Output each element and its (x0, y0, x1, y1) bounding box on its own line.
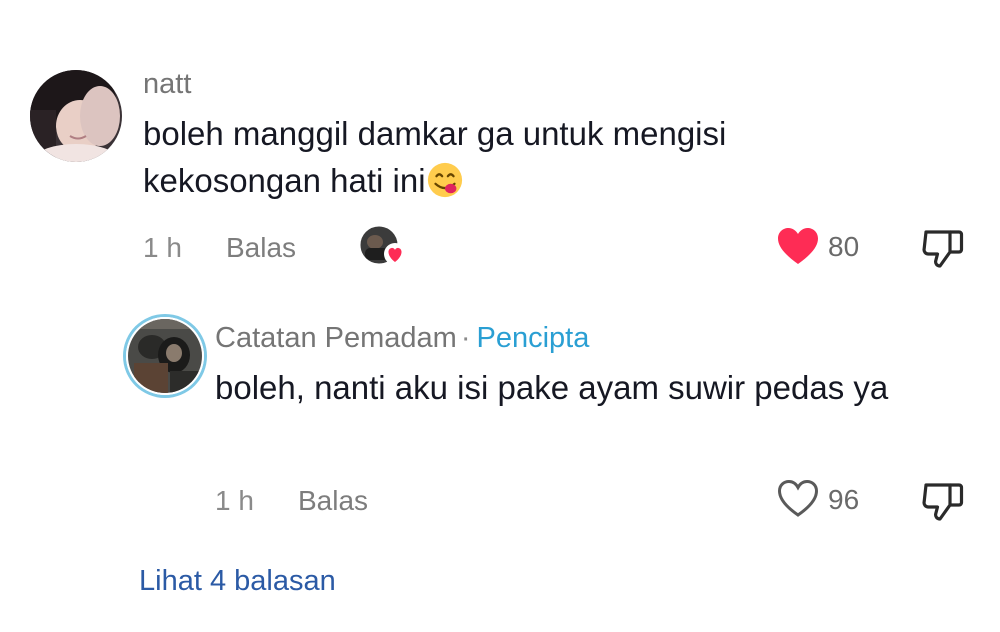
creator-badge: Pencipta (476, 322, 590, 354)
view-more-replies-link[interactable]: Lihat 4 balasan (139, 565, 336, 598)
separator-dot: · (460, 322, 471, 354)
thumbs-down-icon[interactable] (920, 226, 966, 272)
reply-like-count: 96 (828, 484, 860, 515)
comment-timestamp: 1 h (143, 232, 182, 263)
heart-icon[interactable] (776, 226, 820, 266)
comment-like-count: 80 (828, 231, 860, 262)
reply-header: Catatan Pemadam · Pencipta (215, 322, 589, 355)
reply-timestamp: 1 h (215, 485, 254, 516)
comment-text: boleh manggil damkar ga untuk mengisi ke… (143, 110, 863, 204)
thumbs-down-icon[interactable] (920, 479, 966, 525)
commenter-username[interactable]: natt (143, 68, 191, 101)
commenter-avatar[interactable] (30, 70, 122, 162)
heart-outline-icon[interactable] (776, 478, 820, 518)
yum-face-emoji-icon (426, 161, 464, 199)
creator-liked-avatar-icon (359, 224, 407, 268)
reply-text: boleh, nanti aku isi pake ayam suwir ped… (215, 369, 889, 406)
creator-avatar[interactable] (126, 317, 204, 395)
comment-reply-button[interactable]: Balas (226, 232, 296, 264)
reply-reply-button[interactable]: Balas (298, 485, 368, 517)
creator-username[interactable]: Catatan Pemadam (215, 322, 457, 354)
